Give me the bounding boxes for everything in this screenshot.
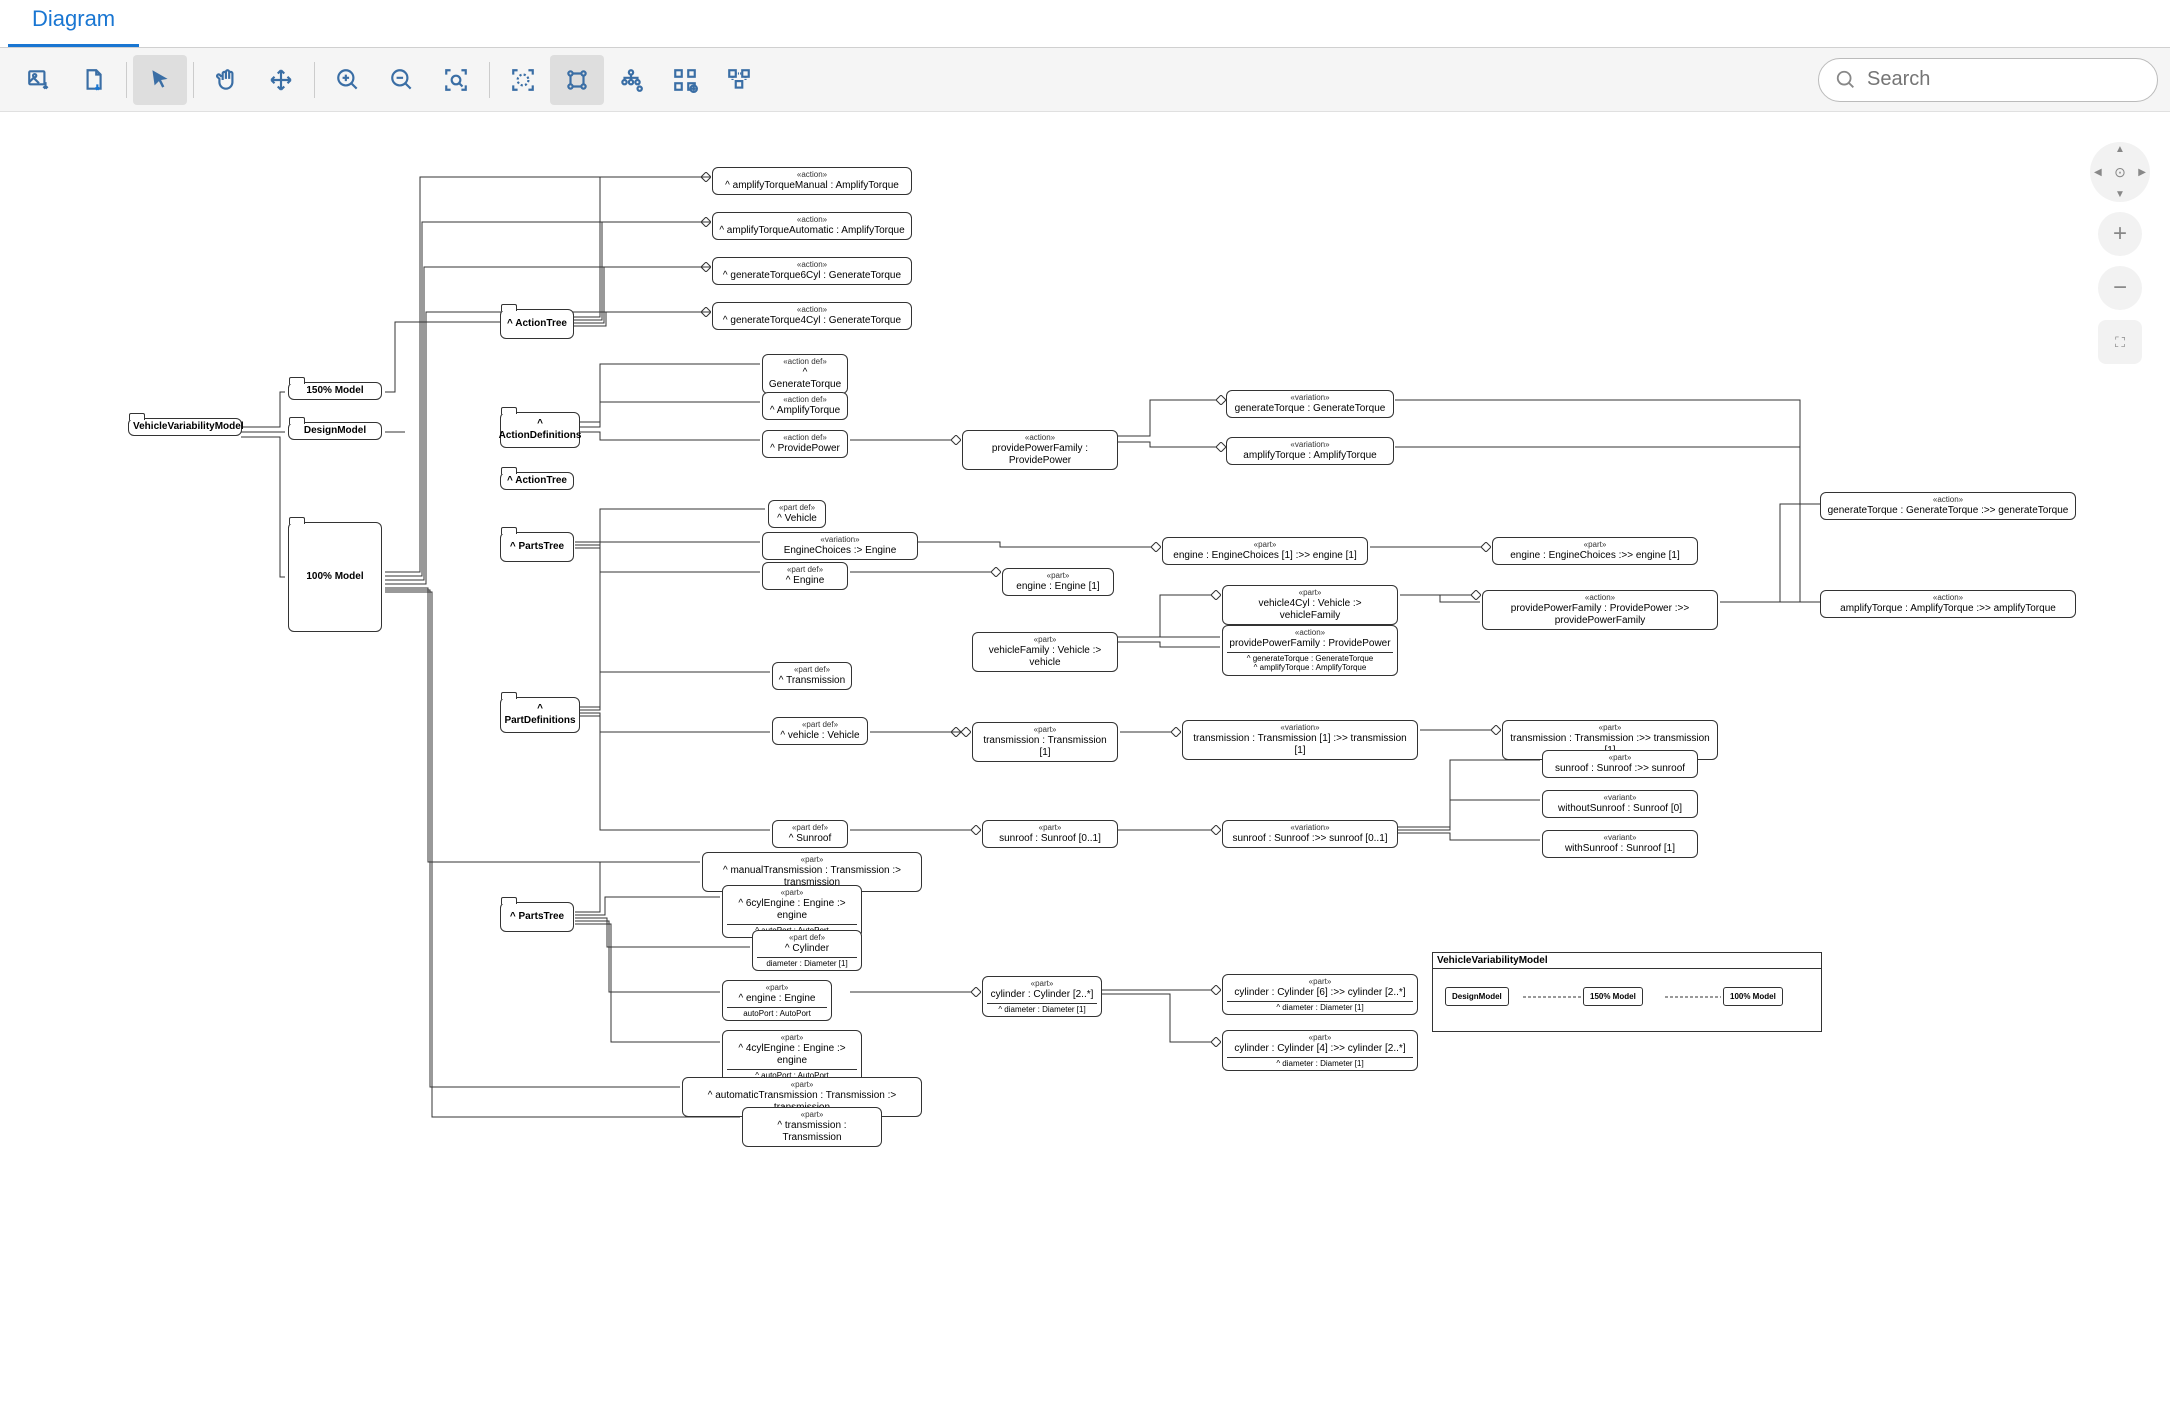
node-gentorque6[interactable]: «action»^ generateTorque6Cyl : GenerateT… bbox=[712, 257, 912, 285]
distribute-icon[interactable] bbox=[658, 55, 712, 105]
view-controls: ▲ ▼ ◀ ▶ ⊙ + − ⛶ bbox=[2090, 142, 2150, 364]
node-enginedef[interactable]: «part def»^ Engine bbox=[762, 562, 848, 590]
node-vehiclefamily[interactable]: «part»vehicleFamily : Vehicle :> vehicle bbox=[972, 632, 1118, 672]
node-gentorque4[interactable]: «action»^ generateTorque4Cyl : GenerateT… bbox=[712, 302, 912, 330]
separator bbox=[193, 62, 194, 98]
node-sunroofdef[interactable]: «part def»^ Sunroof bbox=[772, 820, 848, 848]
search-box[interactable] bbox=[1818, 58, 2158, 102]
node-cylinder4[interactable]: «part»cylinder : Cylinder [4] :>> cylind… bbox=[1222, 1030, 1418, 1071]
fit-icon[interactable] bbox=[496, 55, 550, 105]
zoom-in-button[interactable]: + bbox=[2098, 212, 2142, 256]
node-amplifyvar[interactable]: «variation»amplifyTorque : AmplifyTorque bbox=[1226, 437, 1394, 465]
node-designmodel[interactable]: DesignModel bbox=[288, 422, 382, 440]
zoom-out-icon[interactable] bbox=[375, 55, 429, 105]
node-transmissiondef[interactable]: «part def»^ Transmission bbox=[772, 662, 852, 690]
align-icon[interactable] bbox=[712, 55, 766, 105]
separator bbox=[314, 62, 315, 98]
node-cylinderdef[interactable]: «part def»^ Cylinderdiameter : Diameter … bbox=[752, 930, 862, 971]
node-partstree1[interactable]: ^ PartsTree bbox=[500, 532, 574, 562]
node-4cylengine[interactable]: «part»^ 4cylEngine : Engine :> engine^ a… bbox=[722, 1030, 862, 1083]
node-100model[interactable]: 100% Model bbox=[288, 522, 382, 632]
node-cylinder6[interactable]: «part»cylinder : Cylinder [6] :>> cylind… bbox=[1222, 974, 1418, 1015]
node-vehicledef[interactable]: «part def»^ Vehicle bbox=[768, 500, 826, 528]
node-enginechoicespart[interactable]: «part»engine : EngineChoices [1] :>> eng… bbox=[1162, 537, 1368, 565]
node-150model-a[interactable]: 150% Model bbox=[288, 382, 382, 400]
node-amplifyaction[interactable]: «action»amplifyTorque : AmplifyTorque :>… bbox=[1820, 590, 2076, 618]
layout-icon[interactable] bbox=[550, 55, 604, 105]
node-sunroofvar[interactable]: «variation»sunroof : Sunroof :>> sunroof… bbox=[1222, 820, 1398, 848]
search-input[interactable] bbox=[1867, 68, 2141, 91]
node-amplify-manual[interactable]: «action»^ amplifyTorqueManual : AmplifyT… bbox=[712, 167, 912, 195]
node-gentorquedef[interactable]: «action def»^ GenerateTorque bbox=[762, 354, 848, 394]
fullscreen-button[interactable]: ⛶ bbox=[2098, 320, 2142, 364]
node-engineengine[interactable]: «part»^ engine : EngineautoPort : AutoPo… bbox=[722, 980, 832, 1021]
diagram-canvas[interactable]: ▲ ▼ ◀ ▶ ⊙ + − ⛶ bbox=[0, 112, 2170, 1426]
zoom-in-icon[interactable] bbox=[321, 55, 375, 105]
node-actiondefs[interactable]: ^ ActionDefinitions bbox=[500, 412, 580, 448]
node-withoutsunroof[interactable]: «variant»withoutSunroof : Sunroof [0] bbox=[1542, 790, 1698, 818]
node-providepowerfamily[interactable]: «action»providePowerFamily : ProvidePowe… bbox=[962, 430, 1118, 470]
node-amplify-auto[interactable]: «action»^ amplifyTorqueAutomatic : Ampli… bbox=[712, 212, 912, 240]
tab-diagram[interactable]: Diagram bbox=[8, 0, 139, 47]
inset-diagram[interactable]: VehicleVariabilityModel DesignModel 150%… bbox=[1432, 952, 1822, 1032]
node-gentorqueaction[interactable]: «action»generateTorque : GenerateTorque … bbox=[1820, 492, 2076, 520]
node-providepowerfamily2[interactable]: «action»providePowerFamily : ProvidePowe… bbox=[1222, 625, 1398, 676]
zoom-out-button[interactable]: − bbox=[2098, 266, 2142, 310]
edge-layer bbox=[0, 112, 2170, 1426]
tab-bar: Diagram bbox=[0, 0, 2170, 48]
toolbar bbox=[0, 48, 2170, 112]
node-transmissionvar[interactable]: «variation»transmission : Transmission [… bbox=[1182, 720, 1418, 760]
node-transmissionpart[interactable]: «part»transmission : Transmission [1] bbox=[972, 722, 1118, 762]
layout-tree-icon[interactable] bbox=[604, 55, 658, 105]
pointer-icon[interactable] bbox=[133, 55, 187, 105]
node-providepowerdef[interactable]: «action def»^ ProvidePower bbox=[762, 430, 848, 458]
node-cylinderpart[interactable]: «part»cylinder : Cylinder [2..*]^ diamet… bbox=[982, 976, 1102, 1017]
node-providepoweraction[interactable]: «action»providePowerFamily : ProvidePowe… bbox=[1482, 590, 1718, 630]
node-actiontree1[interactable]: ^ ActionTree bbox=[500, 309, 574, 339]
separator bbox=[489, 62, 490, 98]
node-enginepart[interactable]: «part»engine : Engine [1] bbox=[1002, 568, 1114, 596]
move-icon[interactable] bbox=[254, 55, 308, 105]
zoom-region-icon[interactable] bbox=[429, 55, 483, 105]
node-transtrans[interactable]: «part»^ transmission : Transmission bbox=[742, 1107, 882, 1147]
search-icon bbox=[1835, 69, 1857, 91]
node-vehicle4cyl[interactable]: «part»vehicle4Cyl : Vehicle :> vehicleFa… bbox=[1222, 585, 1398, 625]
node-gentorquevar[interactable]: «variation»generateTorque : GenerateTorq… bbox=[1226, 390, 1394, 418]
page-icon[interactable] bbox=[66, 55, 120, 105]
pan-icon[interactable] bbox=[200, 55, 254, 105]
node-enginechoicespart2[interactable]: «part»engine : EngineChoices :>> engine … bbox=[1492, 537, 1698, 565]
node-root[interactable]: VehicleVariabilityModel bbox=[128, 418, 242, 436]
node-withsunroof[interactable]: «variant»withSunroof : Sunroof [1] bbox=[1542, 830, 1698, 858]
inset-title: VehicleVariabilityModel bbox=[1433, 953, 1821, 969]
pan-control[interactable]: ▲ ▼ ◀ ▶ ⊙ bbox=[2090, 142, 2150, 202]
node-partstree2[interactable]: ^ PartsTree bbox=[500, 902, 574, 932]
node-vehicledef2[interactable]: «part def»^ vehicle : Vehicle bbox=[772, 717, 868, 745]
image-export-icon[interactable] bbox=[12, 55, 66, 105]
node-sunroofpart[interactable]: «part»sunroof : Sunroof :>> sunroof bbox=[1542, 750, 1698, 778]
node-partdefs[interactable]: ^ PartDefinitions bbox=[500, 697, 580, 733]
node-actiontree2[interactable]: ^ ActionTree bbox=[500, 472, 574, 490]
node-amplifydef[interactable]: «action def»^ AmplifyTorque bbox=[762, 392, 848, 420]
node-enginechoicesvar[interactable]: «variation»EngineChoices :> Engine bbox=[762, 532, 918, 560]
separator bbox=[126, 62, 127, 98]
node-sunroofpart01[interactable]: «part»sunroof : Sunroof [0..1] bbox=[982, 820, 1118, 848]
